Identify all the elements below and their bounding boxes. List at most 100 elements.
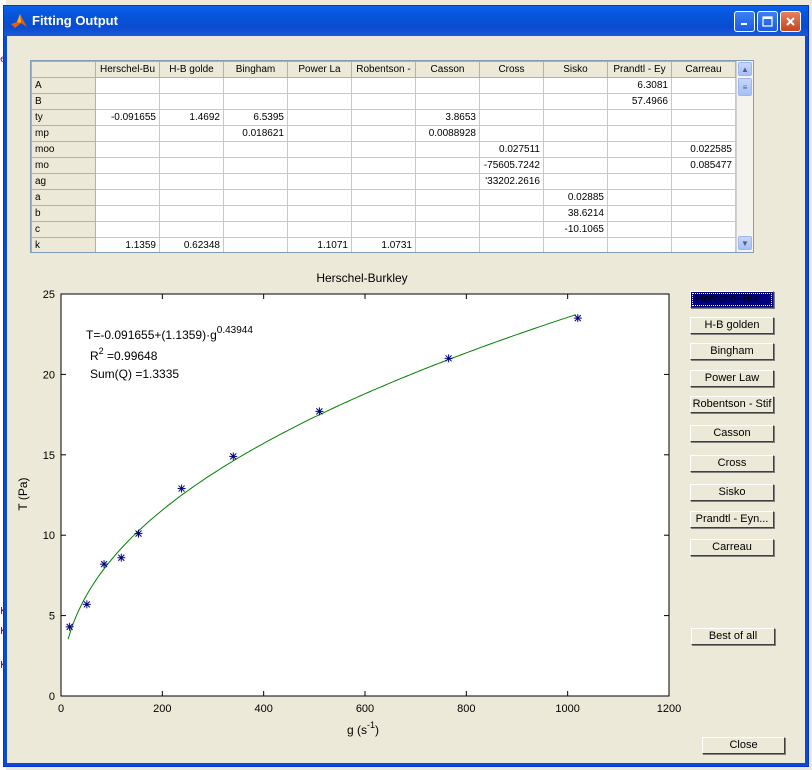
table-cell[interactable] [351, 173, 416, 190]
table-cell[interactable] [287, 221, 352, 238]
table-cell[interactable] [95, 205, 160, 222]
table-cell[interactable] [671, 205, 736, 222]
table-cell[interactable] [351, 93, 416, 110]
column-header[interactable]: Cross [479, 61, 544, 78]
table-cell[interactable] [671, 109, 736, 126]
table-vertical-scrollbar[interactable]: ▲ ≡ ▼ [736, 61, 753, 252]
table-cell[interactable]: 0.027511 [479, 141, 544, 158]
table-cell[interactable] [543, 77, 608, 94]
table-cell[interactable] [351, 189, 416, 206]
model-button-robentson-stif[interactable]: Robentson - Stif [690, 396, 774, 413]
table-cell[interactable] [351, 125, 416, 142]
row-header[interactable]: a [31, 189, 96, 206]
column-header[interactable]: Sisko [543, 61, 608, 78]
table-cell[interactable] [415, 221, 480, 238]
table-cell[interactable] [351, 157, 416, 174]
table-cell[interactable] [607, 141, 672, 158]
table-cell[interactable] [671, 237, 736, 252]
table-cell[interactable]: -75605.7242 [479, 157, 544, 174]
close-button[interactable]: Close [702, 737, 785, 754]
table-cell[interactable]: 38.6214 [543, 205, 608, 222]
table-cell[interactable] [223, 205, 288, 222]
table-cell[interactable]: 0.0088928 [415, 125, 480, 142]
table-cell[interactable] [351, 109, 416, 126]
table-cell[interactable] [287, 189, 352, 206]
table-cell[interactable]: '33202.2616 [479, 173, 544, 190]
table-cell[interactable] [479, 221, 544, 238]
table-cell[interactable] [671, 221, 736, 238]
scroll-thumb[interactable]: ≡ [738, 78, 752, 96]
table-cell[interactable] [607, 237, 672, 252]
table-cell[interactable]: 3.8653 [415, 109, 480, 126]
table-cell[interactable] [671, 173, 736, 190]
table-cell[interactable] [479, 125, 544, 142]
table-cell[interactable] [543, 141, 608, 158]
table-cell[interactable] [159, 205, 224, 222]
row-header[interactable]: ag [31, 173, 96, 190]
row-header[interactable]: B [31, 93, 96, 110]
table-cell[interactable] [415, 205, 480, 222]
scroll-up-button[interactable]: ▲ [738, 62, 752, 76]
table-cell[interactable] [287, 125, 352, 142]
maximize-button[interactable] [757, 11, 778, 32]
column-header[interactable]: Carreau [671, 61, 736, 78]
table-cell[interactable] [543, 125, 608, 142]
model-button-cross[interactable]: Cross [690, 455, 774, 472]
table-cell[interactable] [223, 237, 288, 252]
row-header[interactable]: k [31, 237, 96, 252]
table-cell[interactable] [159, 93, 224, 110]
table-cell[interactable] [351, 77, 416, 94]
table-cell[interactable]: 1.4692 [159, 109, 224, 126]
column-header[interactable]: Casson [415, 61, 480, 78]
table-cell[interactable]: 0.02885 [543, 189, 608, 206]
table-cell[interactable] [223, 77, 288, 94]
table-cell[interactable] [607, 189, 672, 206]
table-cell[interactable] [95, 173, 160, 190]
table-cell[interactable] [95, 221, 160, 238]
table-cell[interactable]: -0.091655 [95, 109, 160, 126]
table-cell[interactable] [543, 173, 608, 190]
row-header[interactable]: mo [31, 157, 96, 174]
table-cell[interactable] [479, 109, 544, 126]
column-header[interactable]: Prandtl - Ey [607, 61, 672, 78]
table-cell[interactable] [479, 189, 544, 206]
table-cell[interactable] [223, 221, 288, 238]
table-cell[interactable] [223, 173, 288, 190]
table-cell[interactable] [287, 109, 352, 126]
table-cell[interactable] [607, 173, 672, 190]
table-cell[interactable] [415, 189, 480, 206]
table-cell[interactable] [159, 125, 224, 142]
table-cell[interactable]: 6.5395 [223, 109, 288, 126]
table-cell[interactable] [671, 189, 736, 206]
table-cell[interactable] [95, 77, 160, 94]
scroll-down-button[interactable]: ▼ [738, 236, 752, 250]
title-bar[interactable]: Fitting Output [4, 6, 808, 36]
table-cell[interactable]: 0.085477 [671, 157, 736, 174]
table-cell[interactable] [415, 77, 480, 94]
table-cell[interactable]: 1.1359 [95, 237, 160, 252]
table-cell[interactable] [223, 157, 288, 174]
row-header[interactable]: ty [31, 109, 96, 126]
table-cell[interactable] [479, 205, 544, 222]
table-cell[interactable] [607, 125, 672, 142]
table-cell[interactable]: 1.0731 [351, 237, 416, 252]
column-header[interactable]: Robentson - [351, 61, 416, 78]
column-header[interactable]: H-B golde [159, 61, 224, 78]
table-cell[interactable] [287, 93, 352, 110]
table-cell[interactable] [479, 237, 544, 252]
table-cell[interactable] [95, 189, 160, 206]
table-cell[interactable] [479, 77, 544, 94]
table-cell[interactable] [287, 77, 352, 94]
row-header[interactable]: mp [31, 125, 96, 142]
model-button-h-b-golden[interactable]: H-B golden [690, 317, 774, 334]
table-cell[interactable]: 1.1071 [287, 237, 352, 252]
table-cell[interactable] [351, 221, 416, 238]
table-cell[interactable] [607, 109, 672, 126]
table-cell[interactable] [159, 77, 224, 94]
table-cell[interactable] [671, 125, 736, 142]
model-button-casson[interactable]: Casson [690, 425, 774, 442]
model-button-prandtl-eyn[interactable]: Prandtl - Eyn... [690, 511, 774, 528]
results-table[interactable]: Herschel-Bu H-B golde Bingham Power La Roben… [30, 60, 754, 253]
table-cell[interactable] [287, 173, 352, 190]
table-cell[interactable] [543, 157, 608, 174]
